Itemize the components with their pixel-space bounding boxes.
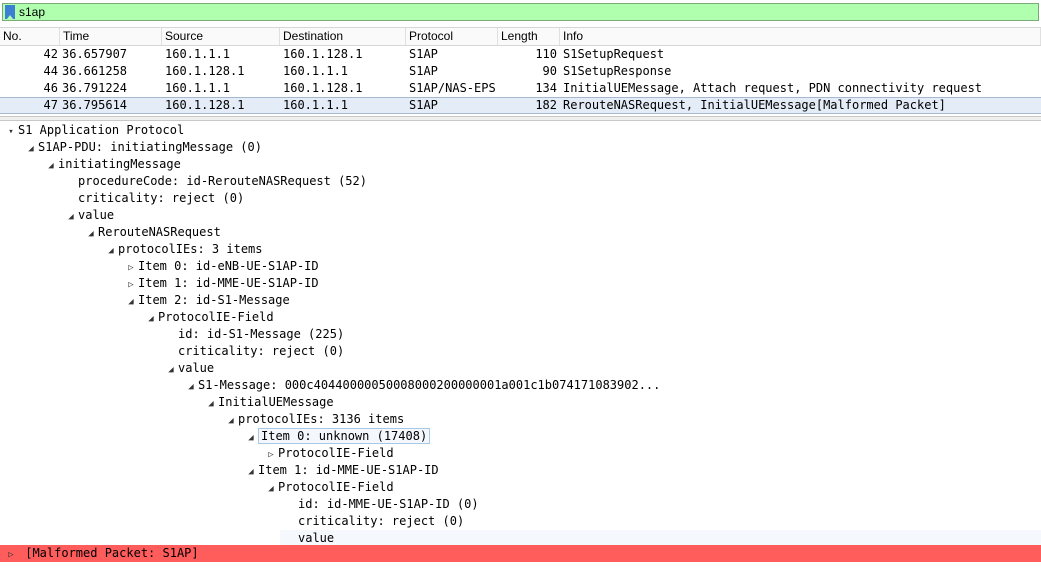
packet-info: S1SetupRequest — [563, 47, 665, 61]
tree-item[interactable]: ◢ value — [0, 360, 1041, 377]
packet-list-header: No. Time Source Destination Protocol Len… — [0, 27, 1041, 46]
tree-item[interactable]: ◢ S1-Message: 000c40440000050008000200000… — [0, 377, 1041, 394]
packet-protocol: S1AP — [409, 47, 438, 61]
column-header-destination[interactable]: Destination — [280, 28, 406, 45]
packet-time: 36.661258 — [62, 64, 128, 78]
packet-length: 134 — [535, 81, 557, 95]
packet-length: 110 — [535, 47, 557, 61]
packet-source: 160.1.1.1 — [165, 81, 231, 95]
packet-list: No. Time Source Destination Protocol Len… — [0, 27, 1041, 114]
tree-item[interactable]: ◢ ProtocolIE-Field — [0, 479, 1041, 496]
tree-item-label: criticality: reject (0) — [298, 514, 465, 528]
tree-item[interactable]: criticality: reject (0) — [0, 343, 1041, 360]
column-header-source[interactable]: Source — [162, 28, 280, 45]
display-filter-input[interactable]: s1ap — [2, 3, 1039, 21]
packet-protocol: S1AP — [409, 64, 438, 78]
tree-item-label: value — [298, 531, 335, 545]
packet-source: 160.1.128.1 — [165, 98, 245, 112]
tree-item-label: criticality: reject (0) — [178, 344, 345, 358]
packet-protocol: S1AP — [409, 98, 438, 112]
tree-item-label: initiatingMessage — [58, 157, 181, 171]
filter-text: s1ap — [19, 5, 46, 19]
tree-item-label: Item 2: id-S1-Message — [138, 293, 290, 307]
packet-no: 46 — [43, 81, 58, 95]
packet-length: 182 — [535, 98, 557, 112]
tree-item[interactable]: ◢ Item 1: id-MME-UE-S1AP-ID — [0, 462, 1041, 479]
tree-item-label: id: id-S1-Message (225) — [178, 327, 345, 341]
tree-item-label: criticality: reject (0) — [78, 191, 245, 205]
column-header-no[interactable]: No. — [0, 28, 60, 45]
tree-item[interactable]: ◢ S1AP-PDU: initiatingMessage (0) — [0, 139, 1041, 156]
tree-item[interactable]: id: id-S1-Message (225) — [0, 326, 1041, 343]
packet-no: 44 — [43, 64, 58, 78]
column-header-info[interactable]: Info — [560, 28, 1041, 45]
packet-row[interactable]: 42 36.657907 160.1.1.1 160.1.128.1 S1AP 110 S1… — [0, 46, 1041, 63]
packet-no: 42 — [43, 47, 58, 61]
packet-protocol: S1AP/NAS-EPS — [409, 81, 496, 95]
packet-time: 36.795614 — [62, 98, 128, 112]
tree-item[interactable]: criticality: reject (0) — [0, 513, 1041, 530]
packet-destination: 160.1.128.1 — [283, 81, 363, 95]
packet-source: 160.1.1.1 — [165, 47, 231, 61]
packet-destination: 160.1.1.1 — [283, 98, 349, 112]
column-header-length[interactable]: Length — [498, 28, 560, 45]
tree-item-label: Item 1: id-MME-UE-S1AP-ID — [258, 463, 439, 477]
tree-item-label: protocolIEs: 3136 items — [238, 412, 405, 426]
tree-item-label: Item 0: unknown (17408) — [258, 428, 431, 444]
tree-item-label: Item 0: id-eNB-UE-S1AP-ID — [138, 259, 319, 273]
tree-item-label: Item 1: id-MME-UE-S1AP-ID — [138, 276, 319, 290]
column-header-protocol[interactable]: Protocol — [406, 28, 498, 45]
tree-item[interactable]: ◢ Item 2: id-S1-Message — [0, 292, 1041, 309]
tree-item[interactable]: ◢ ProtocolIE-Field — [0, 309, 1041, 326]
tree-item[interactable]: criticality: reject (0) — [0, 190, 1041, 207]
tree-item-label: id: id-MME-UE-S1AP-ID (0) — [298, 497, 479, 511]
packet-row[interactable]: 47 36.795614 160.1.128.1 160.1.1.1 S1AP 182 Re… — [0, 97, 1041, 114]
tree-item[interactable]: ◢ protocolIEs: 3 items — [0, 241, 1041, 258]
tree-item[interactable]: ◢ Item 0: unknown (17408) — [0, 428, 1041, 445]
tree-item[interactable]: ▷ ProtocolIE-Field — [0, 445, 1041, 462]
tree-item[interactable]: ▷ Item 1: id-MME-UE-S1AP-ID — [0, 275, 1041, 292]
tree-item-label: protocolIEs: 3 items — [118, 242, 263, 256]
expand-arrow-icon[interactable]: ▷ — [4, 547, 18, 564]
packet-info: S1SetupResponse — [563, 64, 672, 78]
tree-item-label: ProtocolIE-Field — [278, 446, 394, 460]
packet-row[interactable]: 44 36.661258 160.1.128.1 160.1.1.1 S1AP 90 S1S… — [0, 63, 1041, 80]
tree-item-label: RerouteNASRequest — [98, 225, 221, 239]
tree-item-label: procedureCode: id-RerouteNASRequest (52) — [78, 174, 367, 188]
malformed-packet-label: [Malformed Packet: S1AP] — [25, 546, 199, 560]
packet-row[interactable]: 46 36.791224 160.1.1.1 160.1.128.1 S1AP/NAS-… — [0, 80, 1041, 97]
packet-destination: 160.1.1.1 — [283, 64, 349, 78]
tree-item[interactable]: ◢ value — [0, 207, 1041, 224]
tree-item[interactable]: ◢ RerouteNASRequest — [0, 224, 1041, 241]
tree-item[interactable]: ▷ Item 0: id-eNB-UE-S1AP-ID — [0, 258, 1041, 275]
tree-item-label: InitialUEMessage — [218, 395, 334, 409]
tree-item-label: S1AP-PDU: initiatingMessage (0) — [38, 140, 262, 154]
tree-item[interactable]: ▾ S1 Application Protocol — [0, 122, 1041, 139]
tree-item-label: ProtocolIE-Field — [278, 480, 394, 494]
packet-source: 160.1.128.1 — [165, 64, 245, 78]
column-header-time[interactable]: Time — [60, 28, 162, 45]
tree-item[interactable]: ◢ initiatingMessage — [0, 156, 1041, 173]
packet-time: 36.657907 — [62, 47, 128, 61]
tree-item-label: S1 Application Protocol — [18, 123, 185, 137]
tree-item-label: S1-Message: 000c404400000500080002000000… — [198, 378, 661, 392]
malformed-packet-row[interactable]: ▷ [Malformed Packet: S1AP] — [0, 545, 1041, 562]
bookmark-icon[interactable] — [5, 5, 15, 19]
packet-no: 47 — [43, 98, 58, 112]
tree-item[interactable]: id: id-MME-UE-S1AP-ID (0) — [0, 496, 1041, 513]
packet-destination: 160.1.128.1 — [283, 47, 363, 61]
tree-item[interactable]: ◢ protocolIEs: 3136 items — [0, 411, 1041, 428]
packet-info: RerouteNASRequest, InitialUEMessage[Malf… — [563, 98, 946, 112]
pane-splitter[interactable] — [0, 116, 1041, 121]
tree-item[interactable]: procedureCode: id-RerouteNASRequest (52) — [0, 173, 1041, 190]
tree-item-label: value — [78, 208, 115, 222]
packet-time: 36.791224 — [62, 81, 128, 95]
packet-details-tree: ▾ S1 Application Protocol ◢ S1AP-PDU: initi… — [0, 122, 1041, 547]
tree-item-label: value — [178, 361, 215, 375]
tree-item[interactable]: ◢ InitialUEMessage — [0, 394, 1041, 411]
display-filter-bar: s1ap — [0, 0, 1041, 24]
packet-info: InitialUEMessage, Attach request, PDN co… — [563, 81, 983, 95]
packet-length: 90 — [542, 64, 557, 78]
tree-item-label: ProtocolIE-Field — [158, 310, 274, 324]
